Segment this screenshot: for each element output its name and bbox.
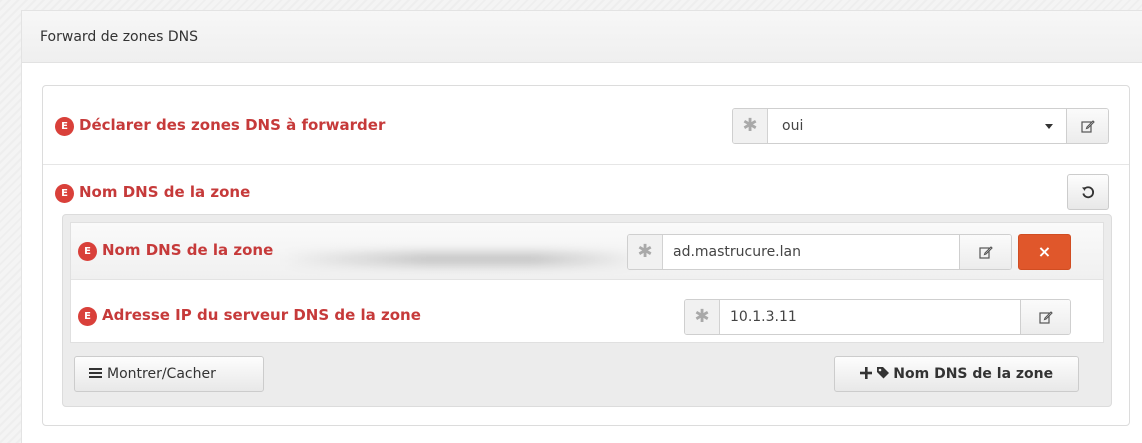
- dns-forward-panel: Forward de zones DNS E Déclarer des zone…: [21, 10, 1142, 443]
- expert-badge: E: [78, 307, 97, 326]
- undo-icon: [1082, 186, 1095, 199]
- zone-entry: E Nom DNS de la zone ✱ ad.mastrucure.lan: [70, 222, 1104, 343]
- show-hide-label: Montrer/Cacher: [107, 366, 216, 382]
- declare-zones-select-group: ✱ oui: [732, 108, 1109, 144]
- required-marker: ✱: [742, 115, 758, 136]
- zone-ip-input-group: ✱ 10.1.3.11: [684, 299, 1071, 335]
- edit-button[interactable]: [959, 235, 1011, 269]
- zone-entries-well: E Nom DNS de la zone ✱ ad.mastrucure.lan: [62, 214, 1112, 407]
- zone-ip-value: 10.1.3.11: [730, 309, 797, 325]
- panel-heading: Forward de zones DNS: [22, 11, 1142, 63]
- tag-icon: [877, 367, 890, 379]
- edit-button[interactable]: [1066, 109, 1108, 143]
- row-shadow: [281, 252, 641, 266]
- close-icon: ×: [1037, 242, 1052, 261]
- expert-badge: E: [55, 184, 74, 203]
- zone-ip-label: Adresse IP du serveur DNS de la zone: [102, 306, 421, 324]
- plus-icon: [859, 367, 872, 379]
- zone-name-input-group: ✱ ad.mastrucure.lan: [627, 234, 1012, 270]
- asterisk-icon: ✱: [628, 235, 663, 269]
- edit-icon: [978, 246, 993, 259]
- add-zone-label: Nom DNS de la zone: [893, 366, 1054, 382]
- zone-group-label: Nom DNS de la zone: [79, 183, 251, 201]
- edit-icon: [1038, 311, 1053, 324]
- reset-button[interactable]: [1067, 174, 1109, 210]
- required-marker: ✱: [637, 241, 653, 262]
- add-zone-button[interactable]: Nom DNS de la zone: [834, 356, 1079, 392]
- menu-icon: [89, 368, 102, 378]
- form-fieldset: E Déclarer des zones DNS à forwarder ✱ o…: [42, 85, 1130, 426]
- asterisk-icon: ✱: [733, 109, 768, 143]
- declare-zones-value: oui: [782, 118, 804, 134]
- panel-title: Forward de zones DNS: [40, 29, 198, 45]
- zone-name-row: E Nom DNS de la zone ✱ ad.mastrucure.lan: [71, 223, 1103, 280]
- show-hide-button[interactable]: Montrer/Cacher: [74, 356, 264, 392]
- edit-icon: [1080, 120, 1095, 133]
- chevron-down-icon: [1045, 124, 1053, 129]
- row-divider: [43, 164, 1129, 165]
- zone-name-label: Nom DNS de la zone: [102, 241, 274, 259]
- expert-badge: E: [55, 117, 74, 136]
- remove-zone-button[interactable]: ×: [1018, 234, 1071, 270]
- zone-name-value: ad.mastrucure.lan: [673, 244, 801, 260]
- zone-name-input[interactable]: ad.mastrucure.lan: [663, 235, 959, 269]
- declare-zones-label: Déclarer des zones DNS à forwarder: [79, 116, 386, 134]
- asterisk-icon: ✱: [685, 300, 720, 334]
- declare-zones-select[interactable]: oui: [768, 109, 1066, 143]
- edit-button[interactable]: [1020, 300, 1070, 334]
- required-marker: ✱: [694, 306, 710, 327]
- expert-badge: E: [78, 242, 97, 261]
- zone-ip-input[interactable]: 10.1.3.11: [720, 300, 1020, 334]
